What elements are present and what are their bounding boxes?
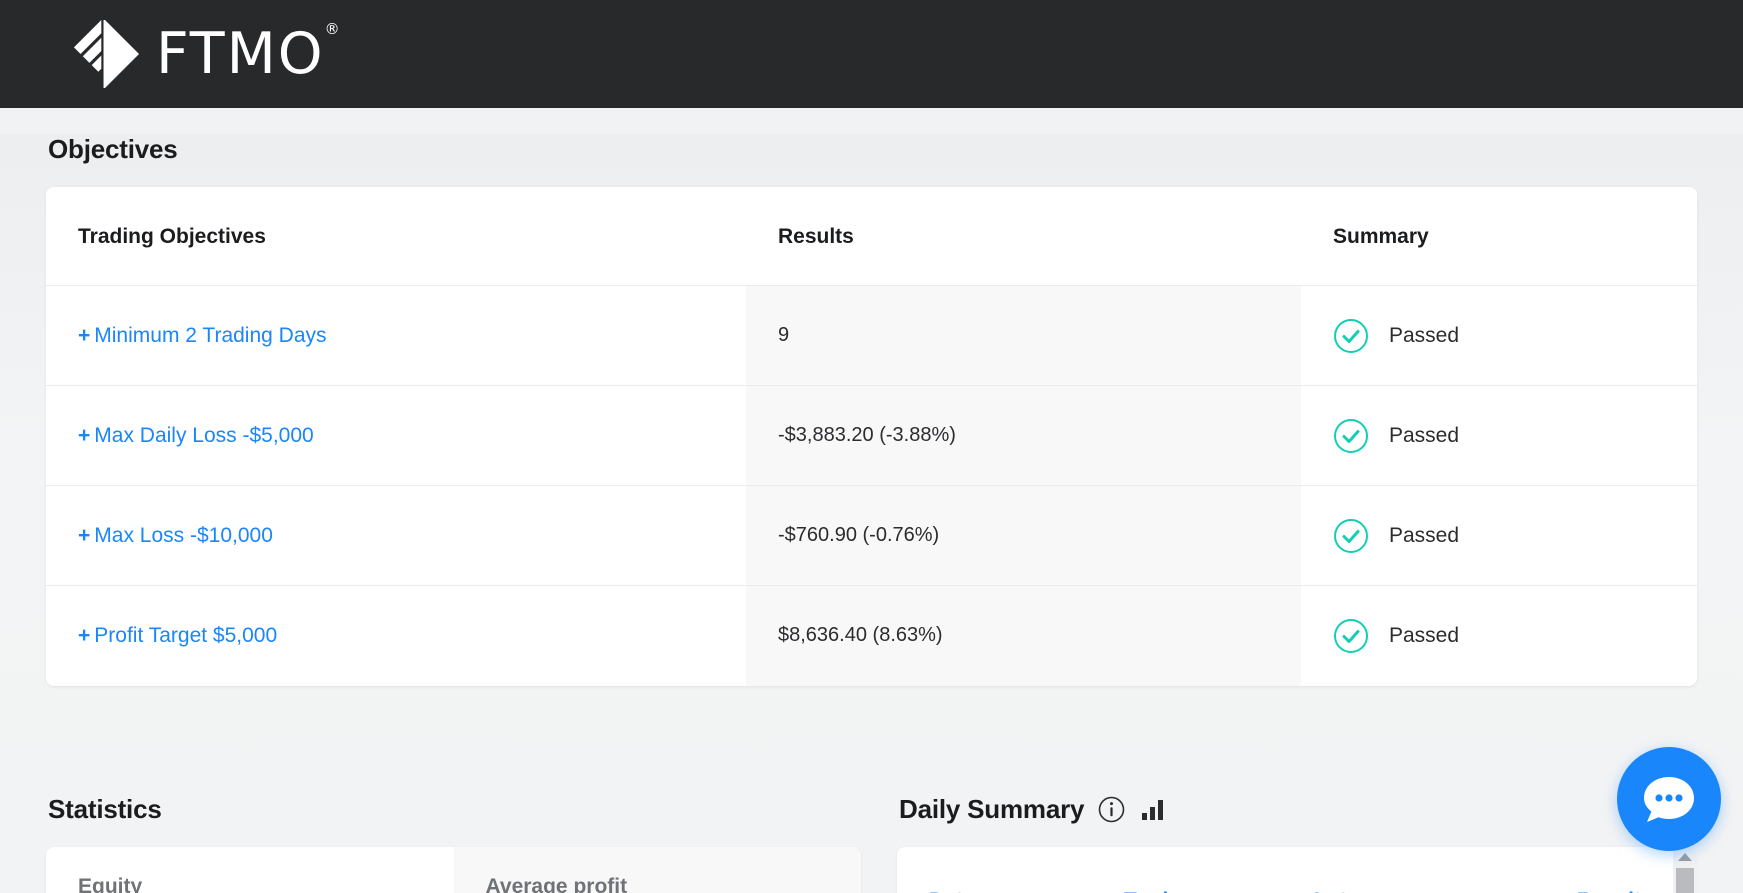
top-navbar: FTMO®	[0, 0, 1743, 108]
table-row: +Minimum 2 Trading Days 9 Passed	[46, 286, 1697, 386]
info-circle-icon[interactable]	[1098, 796, 1125, 823]
registered-mark: ®	[325, 22, 342, 37]
objective-cell: +Max Daily Loss -$5,000	[46, 386, 746, 486]
statistics-card: Equity $108,636.40 Average profit $264.2…	[46, 847, 861, 893]
objective-label: Max Daily Loss -$5,000	[94, 424, 313, 447]
expand-plus-icon: +	[78, 624, 90, 647]
status-badge: Passed	[1389, 324, 1459, 348]
expand-plus-icon: +	[78, 324, 90, 347]
status-badge: Passed	[1389, 524, 1459, 548]
check-circle-icon	[1333, 418, 1369, 454]
column-header-summary: Summary	[1301, 187, 1697, 286]
summary-cell: Passed	[1301, 286, 1697, 386]
column-header-result[interactable]: Result	[1472, 847, 1673, 893]
objective-cell: +Minimum 2 Trading Days	[46, 286, 746, 386]
ftmo-diamond-logo-icon	[68, 17, 142, 91]
daily-summary-body: Date Trades Lots Result 1 Sep 9 17.60	[897, 847, 1697, 893]
column-header-lots[interactable]: Lots	[1282, 847, 1472, 893]
daily-summary-table: Date Trades Lots Result 1 Sep 9 17.60	[897, 847, 1673, 893]
objectives-header-row: Trading Objectives Results Summary	[46, 187, 1697, 286]
statistics-heading: Statistics	[48, 794, 861, 825]
lower-section: Statistics Equity $108,636.40 Average pr…	[46, 794, 1697, 893]
column-header-trades[interactable]: Trades	[1092, 847, 1282, 893]
result-cell: 9	[746, 286, 1301, 386]
objectives-table: Trading Objectives Results Summary +Mini…	[46, 187, 1697, 686]
objectives-heading: Objectives	[48, 134, 1697, 165]
table-row: +Max Loss -$10,000 -$760.90 (-0.76%) Pas…	[46, 486, 1697, 586]
check-circle-icon	[1333, 518, 1369, 554]
result-cell: $8,636.40 (8.63%)	[746, 586, 1301, 686]
brand-text: FTMO	[156, 21, 325, 87]
objective-label: Minimum 2 Trading Days	[94, 324, 326, 347]
table-row: +Max Daily Loss -$5,000 -$3,883.20 (-3.8…	[46, 386, 1697, 486]
column-header-results: Results	[746, 187, 1301, 286]
daily-summary-header: Daily Summary	[897, 794, 1697, 825]
objectives-card: Trading Objectives Results Summary +Mini…	[46, 187, 1697, 686]
scrollbar-thumb[interactable]	[1676, 868, 1694, 893]
status-badge: Passed	[1389, 424, 1459, 448]
objective-cell: +Profit Target $5,000	[46, 586, 746, 686]
daily-summary-scrollbar[interactable]	[1673, 847, 1697, 893]
objective-link-minimum-trading-days[interactable]: +Minimum 2 Trading Days	[78, 324, 327, 347]
stat-label: Equity	[78, 875, 454, 893]
statistics-column: Statistics Equity $108,636.40 Average pr…	[46, 794, 861, 893]
daily-summary-column: Daily Summary	[897, 794, 1697, 893]
summary-cell: Passed	[1301, 586, 1697, 686]
column-header-date[interactable]: Date	[897, 847, 1092, 893]
summary-cell: Passed	[1301, 386, 1697, 486]
daily-summary-card: Date Trades Lots Result 1 Sep 9 17.60	[897, 847, 1673, 893]
summary-cell: Passed	[1301, 486, 1697, 586]
stat-equity: Equity $108,636.40	[46, 847, 454, 893]
chat-widget-button[interactable]	[1617, 747, 1721, 851]
expand-plus-icon: +	[78, 524, 90, 547]
objective-link-max-daily-loss[interactable]: +Max Daily Loss -$5,000	[78, 424, 314, 447]
brand-wordmark: FTMO®	[156, 26, 325, 83]
ftmo-logo[interactable]: FTMO®	[68, 17, 325, 91]
chevron-up-icon[interactable]	[1678, 853, 1692, 861]
column-header-trading-objectives: Trading Objectives	[46, 187, 746, 286]
daily-summary-heading: Daily Summary	[899, 794, 1084, 825]
objective-label: Max Loss -$10,000	[94, 524, 273, 547]
result-cell: -$3,883.20 (-3.88%)	[746, 386, 1301, 486]
page-body: Objectives Trading Objectives Results Su…	[0, 134, 1743, 893]
objective-cell: +Max Loss -$10,000	[46, 486, 746, 586]
status-badge: Passed	[1389, 624, 1459, 648]
bar-chart-icon[interactable]	[1139, 797, 1168, 823]
chat-bubble-icon	[1638, 768, 1700, 830]
result-cell: -$760.90 (-0.76%)	[746, 486, 1301, 586]
daily-summary-header-row: Date Trades Lots Result	[897, 847, 1673, 893]
objective-link-profit-target[interactable]: +Profit Target $5,000	[78, 624, 277, 647]
check-circle-icon	[1333, 318, 1369, 354]
expand-plus-icon: +	[78, 424, 90, 447]
objective-link-max-loss[interactable]: +Max Loss -$10,000	[78, 524, 273, 547]
check-circle-icon	[1333, 618, 1369, 654]
table-row: +Profit Target $5,000 $8,636.40 (8.63%) …	[46, 586, 1697, 686]
stat-average-profit: Average profit $264.29	[454, 847, 862, 893]
stat-label: Average profit	[486, 875, 862, 893]
objective-label: Profit Target $5,000	[94, 624, 277, 647]
